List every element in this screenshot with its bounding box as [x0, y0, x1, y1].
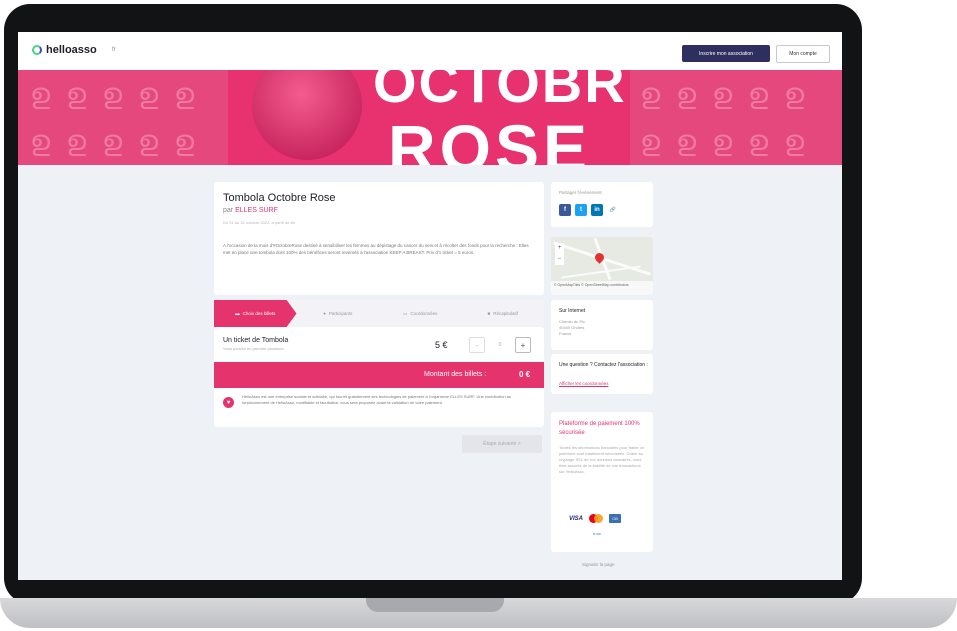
top-bar: helloasso fr Inscrire mon association Mo…: [18, 32, 842, 71]
secure-text: Toutes les informations bancaires pour t…: [559, 445, 645, 474]
tab-label: Participants: [328, 311, 353, 316]
event-date: Du 01 au 31 octobre 2022, à partir de 8h: [223, 220, 296, 225]
link-icon[interactable]: 🔗: [607, 204, 619, 216]
web-address-card: Sur Internet Chemin du Pic 40440 Ondres …: [551, 300, 653, 350]
event-location-map[interactable]: + − © OpenMapTiles © OpenStreetMap contr…: [551, 237, 653, 295]
quantity-value[interactable]: 0: [487, 342, 513, 348]
organizer-link[interactable]: ELLES SURF: [235, 207, 278, 214]
zoom-out-button[interactable]: −: [555, 254, 564, 265]
tab-participants[interactable]: ● Participants: [297, 300, 380, 327]
tab-recapitulatif[interactable]: ■ Récapitulatif: [462, 300, 545, 327]
id-card-icon: ▭: [403, 310, 408, 316]
ecb-icon: e-cb: [593, 531, 601, 536]
logo-text: helloasso: [46, 44, 97, 56]
map-zoom-controls: + −: [555, 243, 564, 265]
quantity-stepper: - 0 +: [469, 337, 531, 353]
logo-icon: [32, 45, 42, 55]
report-page-link[interactable]: Signaler la page: [582, 562, 615, 567]
cb-icon: CB: [609, 514, 622, 523]
language-selector[interactable]: fr: [112, 47, 116, 53]
laptop-notch: [366, 598, 504, 612]
logo[interactable]: helloasso: [32, 44, 97, 56]
secure-payment-card: Plateforme de paiement 100% sécurisée To…: [551, 412, 653, 552]
total-bar: Montant des billets : 0 €: [214, 362, 544, 388]
register-association-button[interactable]: Inscrire mon association: [682, 45, 770, 62]
screen: helloasso fr Inscrire mon association Mo…: [18, 32, 842, 580]
tab-choix-billets[interactable]: ▬ Choix des billets: [214, 300, 297, 327]
tab-coordonnees[interactable]: ▭ Coordonnées: [379, 300, 462, 327]
linkedin-icon[interactable]: in: [591, 204, 603, 216]
contact-card: Une question ? Contactez l'association :…: [551, 354, 653, 394]
show-contact-link[interactable]: Afficher les coordonnées: [559, 381, 608, 386]
total-value: 0 €: [519, 370, 531, 379]
web-title: Sur Internet: [559, 308, 586, 314]
payment-card-logos: VISA CB: [569, 514, 622, 523]
ribbon-pattern-right: ഉഉഉഉഉ ഉഉഉഉഉ: [639, 77, 805, 157]
ticket-icon: ▬: [235, 311, 240, 316]
my-account-button[interactable]: Mon compte: [776, 45, 830, 63]
visa-icon: VISA: [569, 515, 584, 522]
decrease-quantity-button[interactable]: -: [469, 337, 485, 353]
contact-title: Une question ? Contactez l'association :: [559, 362, 648, 368]
organizer-prefix: par: [223, 207, 234, 214]
event-banner: ഉഉഉഉഉ ഉഉഉഉഉ ഉഉഉഉഉ ഉഉഉഉഉ OCTOBRE ROSE: [18, 70, 842, 165]
tab-label: Choix des billets: [242, 311, 276, 316]
ribbon-pattern-left: ഉഉഉഉഉ ഉഉഉഉഉ: [29, 77, 195, 157]
share-title: Partager l'événement: [559, 190, 602, 195]
increase-quantity-button[interactable]: +: [515, 337, 531, 353]
helloasso-info-text: HelloAsso est une entreprise sociale et …: [242, 394, 512, 405]
banner-word-octobre: OCTOBRE: [373, 70, 630, 114]
zoom-in-button[interactable]: +: [555, 243, 564, 254]
secure-title: Plateforme de paiement 100% sécurisée: [559, 421, 640, 436]
banner-word-rose: ROSE: [388, 111, 592, 165]
tab-label: Coordonnées: [410, 311, 438, 316]
ticket-price: 5 €: [435, 340, 448, 350]
checkout-steps: ▬ Choix des billets ● Participants ▭ Coo…: [214, 300, 544, 327]
tab-label: Récapitulatif: [493, 311, 518, 316]
event-title: Tombola Octobre Rose: [223, 192, 336, 204]
map-road: [561, 265, 641, 279]
address-line: France: [559, 331, 572, 336]
ribbon-artwork-icon: [252, 70, 362, 160]
facebook-icon[interactable]: f: [559, 204, 571, 216]
event-description: A l'occasion de la mois d'#OctobreRose d…: [223, 243, 529, 255]
cart-icon: ■: [487, 311, 491, 316]
ticket-subtitle: Vous pouvez en prendre plusieurs: [223, 346, 284, 351]
next-step-button[interactable]: Étape suivante >: [462, 435, 542, 453]
ticket-name: Un ticket de Tombola: [223, 337, 289, 344]
mastercard-icon: [589, 514, 604, 523]
banner-artwork: OCTOBRE ROSE: [228, 70, 630, 165]
ticket-selection-card: Un ticket de Tombola Vous pouvez en pren…: [214, 327, 544, 427]
twitter-icon[interactable]: t: [575, 204, 587, 216]
event-info-card: Tombola Octobre Rose par ELLES SURF Du 0…: [214, 182, 544, 295]
event-organizer-line: par ELLES SURF: [223, 207, 278, 214]
heart-icon: ♥: [223, 397, 234, 408]
user-icon: ●: [323, 311, 326, 316]
address-lines: Chemin du Pic 40440 Ondres France: [559, 319, 585, 337]
total-label: Montant des billets :: [424, 371, 487, 378]
map-attribution: © OpenMapTiles © OpenStreetMap contribut…: [551, 281, 653, 295]
share-card: Partager l'événement f t in 🔗: [551, 182, 653, 227]
